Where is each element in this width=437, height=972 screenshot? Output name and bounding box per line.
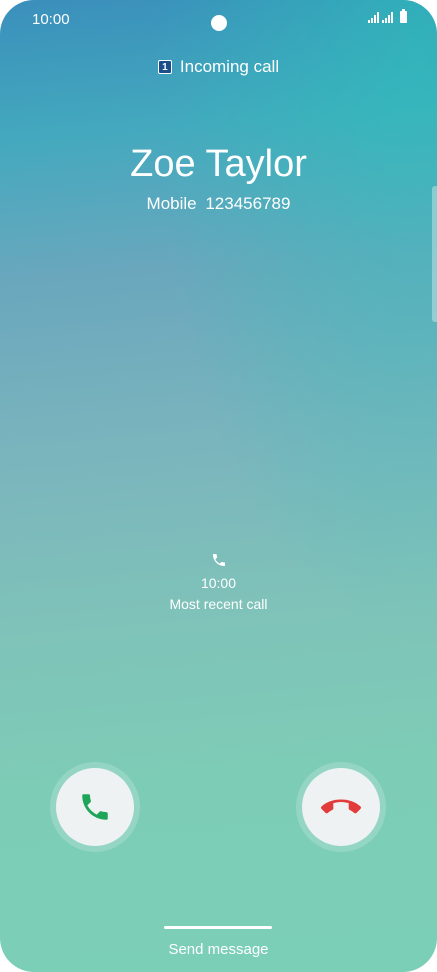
reject-call-button[interactable]: [296, 762, 386, 852]
incoming-call-header: 1 Incoming call: [0, 57, 437, 77]
incoming-call-screen: 10:00 1 Incoming call Zoe Taylor Mobile …: [0, 0, 437, 972]
phone-reject-icon: [321, 799, 361, 814]
recent-call-info: 10:00 Most recent call: [0, 552, 437, 616]
edge-panel-handle[interactable]: [432, 186, 437, 322]
accept-call-button[interactable]: [50, 762, 140, 852]
signal-icon: [368, 12, 379, 23]
signal-icon-2: [382, 12, 393, 23]
recent-call-time: 10:00: [200, 575, 237, 591]
status-bar: 10:00: [0, 0, 437, 40]
battery-icon: [400, 9, 407, 23]
send-message-button[interactable]: Send message: [0, 941, 437, 958]
status-icons: [368, 9, 407, 23]
sim-slot-badge: 1: [157, 60, 172, 74]
caller-name: Zoe Taylor: [130, 143, 307, 185]
caller-number: Mobile 123456789: [146, 194, 291, 213]
reject-call-button-inner[interactable]: [302, 768, 380, 846]
phone-icon: [212, 554, 225, 566]
status-time: 10:00: [32, 11, 70, 28]
phone-accept-icon: [82, 794, 108, 820]
incoming-call-label: Incoming call: [179, 57, 280, 76]
accept-call-button-inner[interactable]: [56, 768, 134, 846]
swipe-up-handle[interactable]: [164, 926, 272, 929]
recent-call-label: Most recent call: [169, 596, 268, 612]
front-camera: [211, 15, 227, 31]
